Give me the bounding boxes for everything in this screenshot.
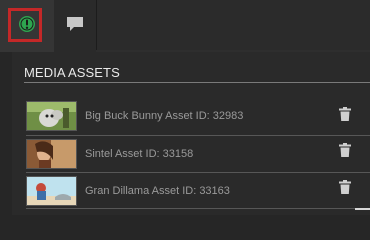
asset-label: Gran Dillama Asset ID: 33163 [85, 185, 230, 197]
tab-bar [0, 0, 370, 52]
asset-row[interactable]: Big Buck Bunny Asset ID: 32983 [26, 99, 346, 133]
row-divider [26, 208, 370, 209]
tab-info[interactable] [0, 0, 54, 52]
delete-asset-button[interactable] [334, 178, 356, 200]
scroll-indicator [355, 208, 370, 210]
asset-row[interactable]: Sintel Asset ID: 33158 [26, 137, 346, 171]
row-divider [26, 172, 370, 173]
trash-icon [339, 142, 351, 162]
bunny-thumbnail [26, 101, 77, 131]
asset-label: Sintel Asset ID: 33158 [85, 148, 194, 160]
info-icon [18, 15, 36, 38]
delete-asset-button[interactable] [334, 141, 356, 163]
asset-label: Big Buck Bunny Asset ID: 32983 [85, 110, 244, 122]
chat-bubble-icon [66, 16, 84, 37]
media-assets-panel: MEDIA ASSETS Big Buck Bunny Asset ID: 32… [12, 52, 370, 215]
sintel-thumbnail [26, 139, 77, 169]
row-divider [26, 135, 370, 136]
trash-icon [339, 106, 351, 126]
delete-asset-button[interactable] [334, 105, 356, 127]
gran-dillama-thumbnail [26, 176, 77, 206]
section-divider [24, 82, 370, 83]
tab-chat[interactable] [54, 0, 97, 52]
trash-icon [339, 179, 351, 199]
asset-row[interactable]: Gran Dillama Asset ID: 33163 [26, 174, 346, 208]
section-title: MEDIA ASSETS [24, 65, 120, 80]
